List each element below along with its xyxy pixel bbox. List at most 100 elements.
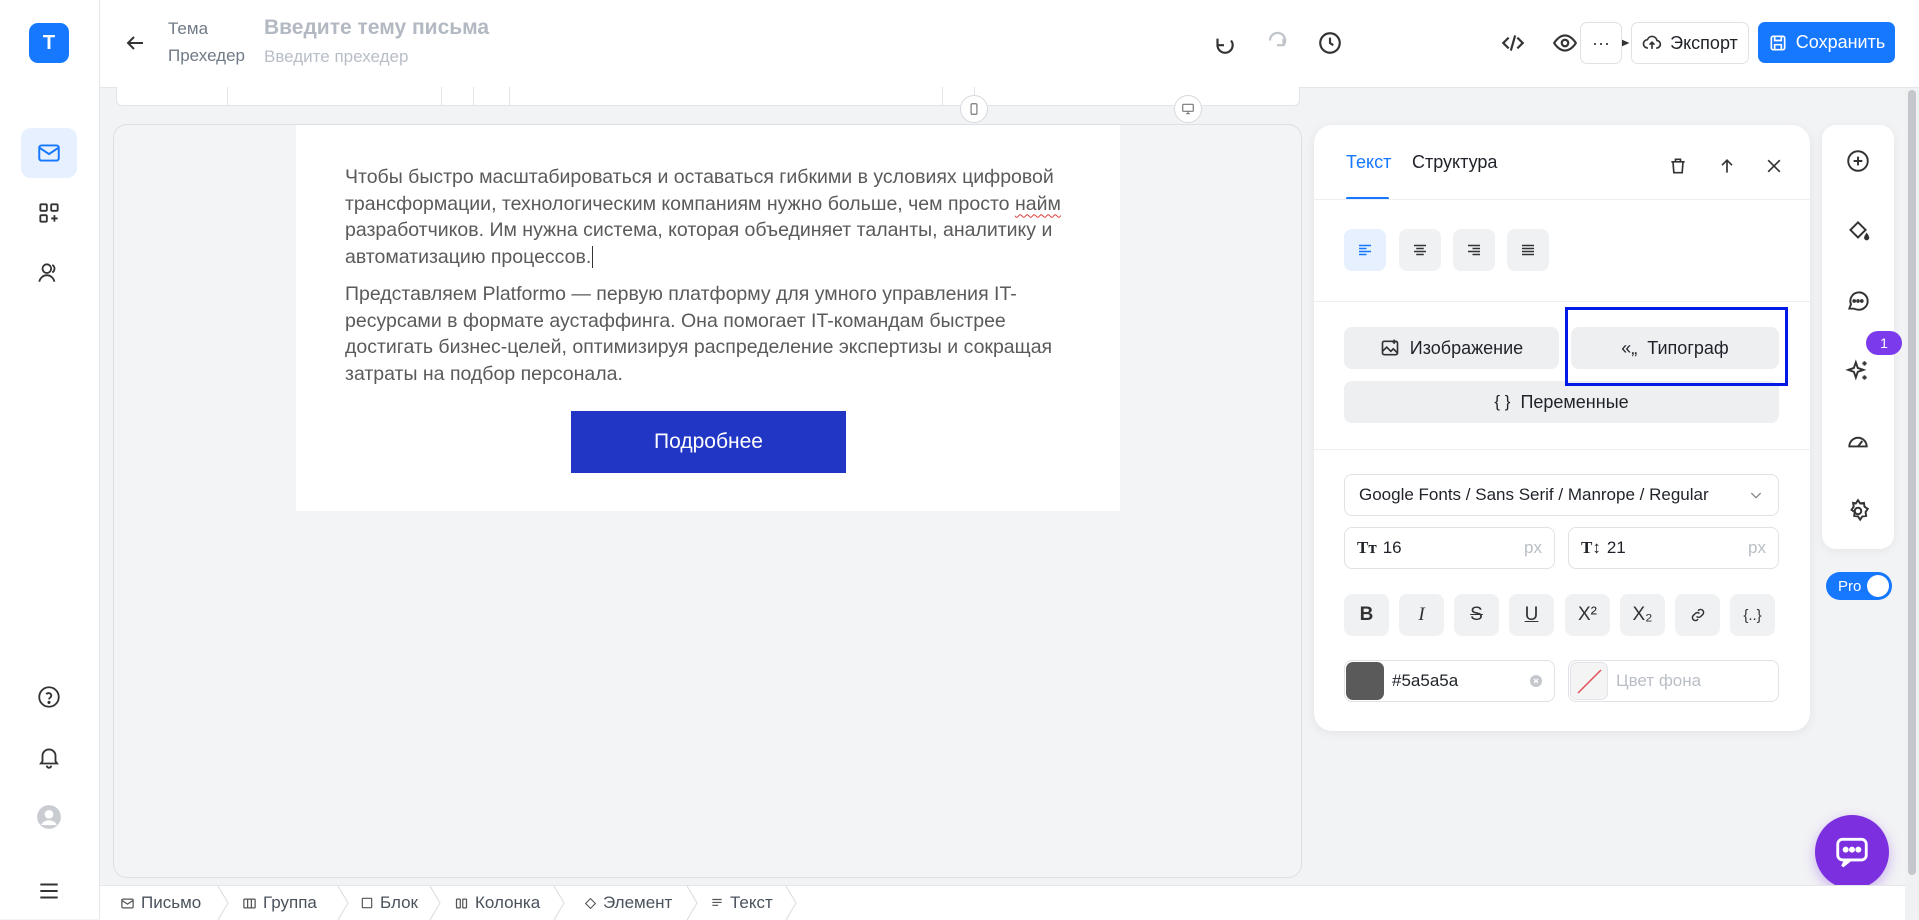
left-rail: T <box>0 0 100 919</box>
column-icon <box>455 898 468 908</box>
crumb-separator <box>553 886 565 920</box>
italic-button[interactable]: I <box>1399 594 1444 636</box>
align-left-icon <box>1359 244 1371 256</box>
column-ruler <box>116 87 1300 106</box>
crumb-label: Группа <box>263 893 317 912</box>
hamburger-icon <box>40 883 58 899</box>
close-panel-button[interactable] <box>1760 152 1788 180</box>
email-paragraph-1[interactable]: Чтобы быстро масштабироваться и оставать… <box>345 164 1065 270</box>
comments-button[interactable] <box>1844 287 1872 315</box>
diamond-icon <box>584 897 597 909</box>
history-button[interactable] <box>1314 27 1346 59</box>
crumb-column[interactable]: Колонка <box>454 886 540 920</box>
variables-button[interactable]: { } Переменные <box>1344 381 1779 423</box>
page-scrollbar[interactable] <box>1905 88 1919 919</box>
variable-insert-button[interactable]: {..} <box>1730 594 1775 636</box>
breadcrumb: Письмо Группа Блок Колонка Элемент Текст <box>100 885 1905 920</box>
font-size-unit: px <box>1524 538 1542 557</box>
text-lines-icon <box>712 898 722 906</box>
preheader-label: Прехедер <box>168 46 245 65</box>
rail-menu-button[interactable] <box>21 866 77 916</box>
crumb-separator <box>429 886 441 920</box>
variables-button-label: Переменные <box>1520 391 1629 412</box>
back-button[interactable] <box>120 28 150 58</box>
clear-icon[interactable] <box>1528 673 1544 689</box>
rail-contacts-button[interactable] <box>21 248 77 298</box>
group-icon <box>243 898 256 908</box>
tab-structure[interactable]: Структура <box>1412 152 1497 173</box>
email-cta-button[interactable]: Подробнее <box>571 411 846 473</box>
text-color-swatch[interactable] <box>1346 662 1384 700</box>
top-header: Тема Введите тему письма Прехедер Введит… <box>100 0 1919 88</box>
paragraph-1-text-a: Чтобы быстро масштабироваться и оставать… <box>345 166 1054 215</box>
rail-notifications-button[interactable] <box>21 732 77 782</box>
export-button[interactable]: Экспорт <box>1631 22 1749 64</box>
bg-color-swatch[interactable] <box>1570 662 1608 700</box>
font-family-value: Google Fonts / Sans Serif / Manrope / Re… <box>1359 485 1709 504</box>
settings-button[interactable] <box>1844 497 1872 525</box>
select-parent-button[interactable] <box>1713 152 1741 180</box>
performance-button[interactable] <box>1844 427 1872 455</box>
bg-color-field[interactable]: Цвет фона <box>1568 660 1779 702</box>
mobile-view-button[interactable] <box>960 95 988 123</box>
preview-button[interactable] <box>1549 27 1581 59</box>
align-right-icon <box>1468 244 1480 256</box>
gear-icon <box>1850 498 1870 522</box>
eye-icon <box>1552 34 1578 52</box>
ai-button[interactable] <box>1844 357 1872 385</box>
chevron-down-icon <box>1750 492 1762 499</box>
more-button[interactable]: ··· <box>1580 22 1622 64</box>
align-justify-button[interactable] <box>1507 229 1549 271</box>
align-right-button[interactable] <box>1453 229 1495 271</box>
strikethrough-button[interactable]: S <box>1454 594 1499 636</box>
crumb-letter[interactable]: Письмо <box>120 886 201 920</box>
help-icon <box>38 686 60 708</box>
align-justify-icon <box>1522 244 1534 256</box>
subject-input[interactable]: Введите тему письма <box>264 16 489 40</box>
app-logo[interactable]: T <box>29 23 69 63</box>
text-settings-panel: Текст Структура Изображение «„ Типограф … <box>1314 125 1810 731</box>
undo-button[interactable] <box>1208 27 1240 59</box>
bold-button[interactable]: B <box>1344 594 1389 636</box>
tab-text[interactable]: Текст <box>1346 152 1391 173</box>
preheader-input[interactable]: Введите прехедер <box>264 47 408 67</box>
pro-toggle[interactable]: Pro <box>1826 572 1892 600</box>
styles-button[interactable] <box>1844 217 1872 245</box>
crumb-text[interactable]: Текст <box>710 886 773 920</box>
text-color-field[interactable]: #5a5a5a <box>1344 660 1555 702</box>
code-button[interactable] <box>1497 27 1529 59</box>
add-element-button[interactable] <box>1844 147 1872 175</box>
rail-profile-button[interactable] <box>21 792 77 842</box>
redo-button[interactable] <box>1261 27 1293 59</box>
redo-icon <box>1268 31 1287 47</box>
trash-icon <box>1671 158 1685 174</box>
gauge-icon <box>1848 436 1868 448</box>
arrow-left-icon <box>126 36 143 50</box>
font-size-field[interactable]: Tт 16 px <box>1344 527 1555 569</box>
scrollbar-thumb[interactable] <box>1908 90 1916 875</box>
save-button[interactable]: Сохранить <box>1758 22 1895 63</box>
align-left-button[interactable] <box>1344 229 1386 271</box>
email-paragraph-2[interactable]: Представляем Platformo — первую платформ… <box>345 281 1065 387</box>
crumb-block[interactable]: Блок <box>360 886 418 920</box>
font-family-select[interactable]: Google Fonts / Sans Serif / Manrope / Re… <box>1344 474 1779 516</box>
desktop-view-button[interactable] <box>1174 95 1202 123</box>
line-height-field[interactable]: T↕ 21 px <box>1568 527 1779 569</box>
rail-blocks-button[interactable] <box>21 188 77 238</box>
subject-label: Тема <box>168 19 209 38</box>
rail-emails-button[interactable] <box>21 128 77 178</box>
align-center-button[interactable] <box>1399 229 1441 271</box>
crumb-group[interactable]: Группа <box>242 886 317 920</box>
image-button[interactable]: Изображение <box>1344 327 1559 369</box>
braces-icon: { } <box>1494 392 1511 411</box>
subscript-button[interactable]: X₂ <box>1620 594 1665 636</box>
delete-button[interactable] <box>1664 152 1692 180</box>
crumb-element[interactable]: Элемент <box>584 886 672 920</box>
link-button[interactable] <box>1675 594 1720 636</box>
underline-button[interactable]: U <box>1509 594 1554 636</box>
rail-help-button[interactable] <box>21 672 77 722</box>
superscript-button[interactable]: X² <box>1565 594 1610 636</box>
link-icon <box>1691 608 1704 622</box>
support-chat-button[interactable] <box>1815 815 1889 889</box>
pro-label: Pro <box>1838 577 1862 595</box>
